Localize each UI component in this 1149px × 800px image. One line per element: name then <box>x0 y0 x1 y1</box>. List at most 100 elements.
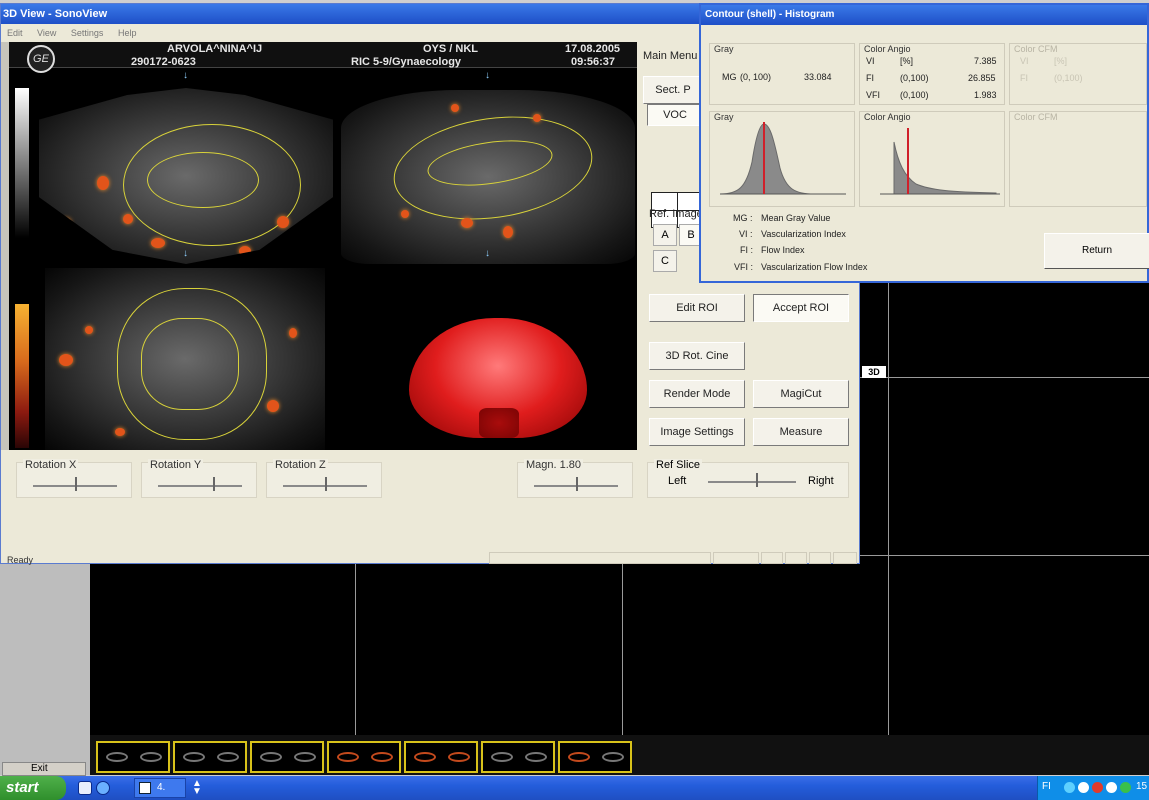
clock: 15 <box>1136 781 1148 792</box>
volume-icon[interactable] <box>1078 782 1089 793</box>
institution: OYS / NKL <box>423 43 479 55</box>
patient-header: ARVOLA^NINA^IJ 290172-0623 OYS / NKL RIC… <box>9 42 637 68</box>
vfi-value: 1.983 <box>974 90 997 100</box>
color-cfm-group-label: Color CFM <box>1014 44 1058 54</box>
status-segment <box>713 552 759 564</box>
thumbnail[interactable] <box>173 741 247 773</box>
thumbnail[interactable] <box>96 741 170 773</box>
plane-b-image[interactable] <box>341 90 635 264</box>
legend-vi-text: Vascularization Index <box>761 229 846 239</box>
plane-a-image[interactable] <box>39 88 333 264</box>
legend-vi-abbr: VI : <box>739 229 753 239</box>
desktop: 3D Exit 3D View - SonoView Edit View Set… <box>0 0 1149 800</box>
probe-preset: RIC 5-9/Gynaecology <box>351 56 462 68</box>
patient-name: ARVOLA^NINA^IJ <box>167 43 263 55</box>
browser-icon[interactable] <box>96 781 110 795</box>
rotation-y-thumb[interactable] <box>212 477 215 491</box>
ultrasound-canvas[interactable]: ARVOLA^NINA^IJ 290172-0623 OYS / NKL RIC… <box>9 42 637 450</box>
ref-slice-right-label: Right <box>808 475 834 487</box>
thumbnail[interactable] <box>558 741 632 773</box>
rotation-x-thumb[interactable] <box>75 477 77 491</box>
rotation-z-thumb[interactable] <box>325 477 327 491</box>
start-button[interactable]: start <box>0 776 66 800</box>
sect-planes-button[interactable]: Sect. P <box>643 76 703 104</box>
network-icon[interactable] <box>1064 782 1075 793</box>
inner-contour <box>147 152 259 208</box>
3d-render-detail <box>479 408 519 438</box>
color-cfm-histogram-label: Color CFM <box>1014 112 1058 122</box>
magicut-button[interactable]: MagiCut <box>753 380 849 408</box>
3d-rot-cine-button[interactable]: 3D Rot. Cine <box>649 342 745 370</box>
vi-label: VI <box>866 56 875 66</box>
grid-divider <box>622 555 623 735</box>
taskbar-task[interactable]: 4. <box>134 778 186 798</box>
color-angio-group: Color Angio VI [%] 7.385 FI (0,100) 26.8… <box>859 43 1005 105</box>
accept-roi-button[interactable]: Accept ROI <box>753 294 849 322</box>
measure-button[interactable]: Measure <box>753 418 849 446</box>
menu-settings[interactable]: Settings <box>71 25 104 41</box>
histogram-window-title[interactable]: Contour (shell) - Histogram <box>701 5 1147 25</box>
patient-id: 290172-0623 <box>131 56 196 68</box>
gray-scale-bar <box>15 88 29 238</box>
legend-fi-abbr: FI : <box>740 245 753 255</box>
color-angio-histogram-plot <box>880 128 1000 195</box>
gray-group: Gray MG (0, 100) 33.084 <box>709 43 855 105</box>
voc-button[interactable]: VOC <box>647 104 703 126</box>
thumbnail-strip <box>90 735 1149 775</box>
color-cfm-group: Color CFM VI [%] FI (0,100) <box>1009 43 1147 105</box>
return-button[interactable]: Return <box>1044 233 1149 269</box>
menu-edit[interactable]: Edit <box>7 25 23 41</box>
thumbnail[interactable] <box>327 741 401 773</box>
thumbnail[interactable] <box>250 741 324 773</box>
legend-vfi-text: Vascularization Flow Index <box>761 262 868 272</box>
language-indicator[interactable]: FI <box>1042 781 1051 792</box>
plane-marker-icon: ↓ <box>183 70 188 81</box>
rotation-x-slider[interactable]: Rotation X <box>16 459 132 498</box>
status-segment <box>489 552 711 564</box>
taskbar-scroll-icon[interactable]: ▲ ▼ <box>192 779 202 797</box>
magnification-thumb[interactable] <box>576 477 578 491</box>
plane-marker-icon: ↓ <box>183 248 188 259</box>
edit-roi-button[interactable]: Edit ROI <box>649 294 745 322</box>
vi-value: 7.385 <box>974 56 997 66</box>
cfm-fi-label: FI <box>1020 73 1028 83</box>
ref-slice-slider[interactable]: Ref Slice Left Right <box>647 459 849 498</box>
thumbnail[interactable] <box>404 741 478 773</box>
legend-mg-text: Mean Gray Value <box>761 213 831 223</box>
rotation-y-slider[interactable]: Rotation Y <box>141 459 257 498</box>
rotation-z-slider[interactable]: Rotation Z <box>266 459 382 498</box>
fi-label: FI <box>866 73 874 83</box>
gray-histogram-plot <box>719 122 846 195</box>
vi-unit: [%] <box>900 56 914 66</box>
rotation-z-label: Rotation Z <box>273 459 328 471</box>
menu-view[interactable]: View <box>37 25 56 41</box>
magnification-label: Magn. 1.80 <box>524 459 584 471</box>
tray-app-icon[interactable] <box>1106 782 1117 793</box>
image-settings-button[interactable]: Image Settings <box>649 418 745 446</box>
status-segment <box>809 552 831 564</box>
legend-vfi-abbr: VFI : <box>734 262 754 272</box>
color-angio-group-label: Color Angio <box>864 44 911 54</box>
exam-time: 09:56:37 <box>571 56 616 68</box>
rotation-controls: Rotation X Rotation Y Rotation Z Magn. 1… <box>9 450 637 550</box>
ref-image-c-button[interactable]: C <box>653 250 677 272</box>
status-segment <box>833 552 857 564</box>
tray-status-icon[interactable] <box>1120 782 1131 793</box>
thumbnail[interactable] <box>481 741 555 773</box>
desktop-icon[interactable] <box>78 781 92 795</box>
grid-divider <box>355 555 356 735</box>
magnification-slider[interactable]: Magn. 1.80 <box>517 459 633 498</box>
cfm-vi-unit: [%] <box>1054 56 1068 66</box>
render-mode-button[interactable]: Render Mode <box>649 380 745 408</box>
security-icon[interactable] <box>1092 782 1103 793</box>
mg-range: (0, 100) <box>740 72 772 82</box>
main-menu-label[interactable]: Main Menu <box>643 50 697 62</box>
plane-c-image[interactable] <box>45 268 325 450</box>
exit-button[interactable]: Exit <box>2 762 86 776</box>
color-angio-histogram: Color Angio <box>859 111 1005 207</box>
ref-image-a-button[interactable]: A <box>653 224 677 246</box>
menu-help[interactable]: Help <box>118 25 137 41</box>
inner-contour <box>141 318 239 410</box>
ref-slice-thumb[interactable] <box>756 473 759 487</box>
fi-value: 26.855 <box>968 73 996 83</box>
